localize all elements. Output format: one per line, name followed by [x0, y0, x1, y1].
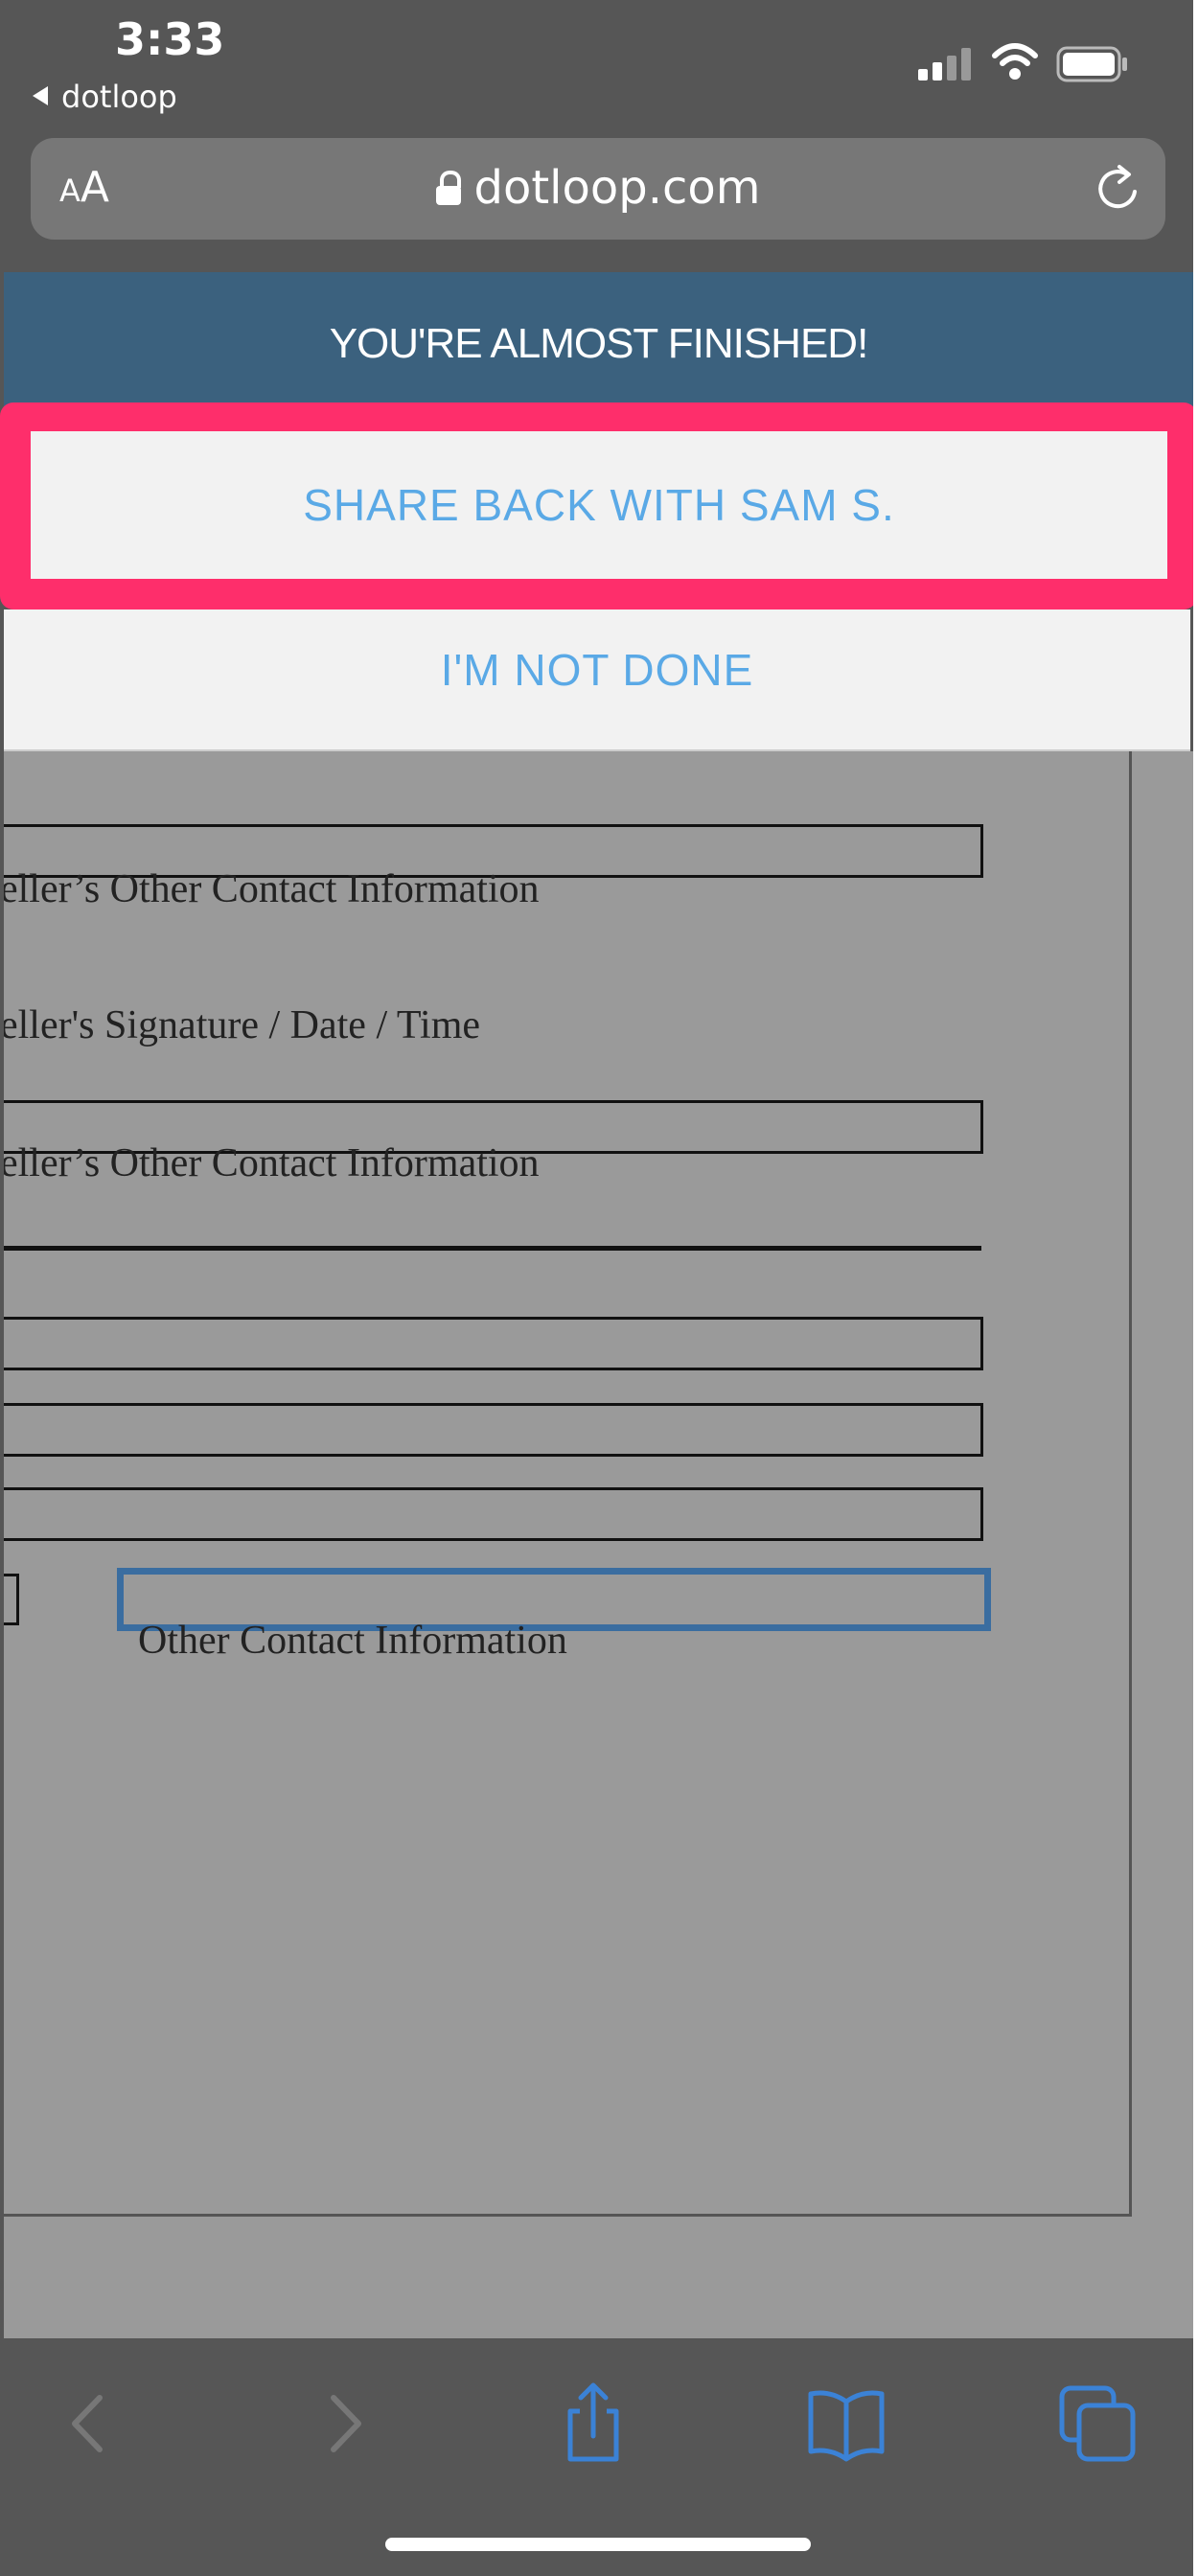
status-time: 3:33: [115, 13, 225, 65]
url-text: dotloop.com: [473, 161, 761, 215]
back-icon[interactable]: [48, 2380, 134, 2467]
completion-banner: YOU'RE ALMOST FINISHED!: [4, 272, 1193, 416]
back-to-app-link[interactable]: dotloop: [33, 79, 177, 115]
banner-title: YOU'RE ALMOST FINISHED!: [329, 320, 869, 367]
phone-screen: 3:33 dotloop AA dotloop.com YOU'RE ALMOS…: [0, 0, 1193, 2576]
other-contact-label-1: eller’s Other Contact Information: [4, 867, 540, 911]
forward-icon[interactable]: [299, 2380, 385, 2467]
not-done-button[interactable]: I'M NOT DONE: [4, 610, 1190, 751]
url-display[interactable]: dotloop.com: [31, 161, 1165, 215]
document-page: eller’s Other Contact Information eller'…: [4, 751, 1193, 2338]
back-triangle-icon: [33, 86, 48, 105]
battery-icon: [1056, 46, 1127, 82]
back-app-label: dotloop: [61, 79, 177, 115]
page-border: [4, 751, 1132, 2217]
small-field[interactable]: [4, 1574, 19, 1625]
cellular-signal-icon: [918, 48, 971, 80]
text-field-1[interactable]: [4, 1317, 983, 1370]
text-field-3[interactable]: [4, 1487, 983, 1541]
other-contact-label-2: eller’s Other Contact Information: [4, 1141, 540, 1185]
section-divider: [4, 1246, 981, 1251]
signature-date-label: eller's Signature / Date / Time: [4, 1003, 481, 1047]
share-back-button[interactable]: SHARE BACK WITH SAM S.: [31, 431, 1167, 579]
other-contact-label-3: Other Contact Information: [138, 1619, 567, 1663]
bookmarks-icon[interactable]: [803, 2380, 889, 2467]
lock-icon: [435, 171, 461, 205]
reload-icon[interactable]: [1091, 161, 1146, 217]
wifi-icon: [992, 43, 1038, 80]
share-icon[interactable]: [550, 2380, 636, 2467]
text-field-2[interactable]: [4, 1403, 983, 1457]
home-indicator[interactable]: [385, 2538, 811, 2551]
address-bar[interactable]: AA dotloop.com: [31, 138, 1165, 240]
tabs-icon[interactable]: [1054, 2380, 1140, 2467]
